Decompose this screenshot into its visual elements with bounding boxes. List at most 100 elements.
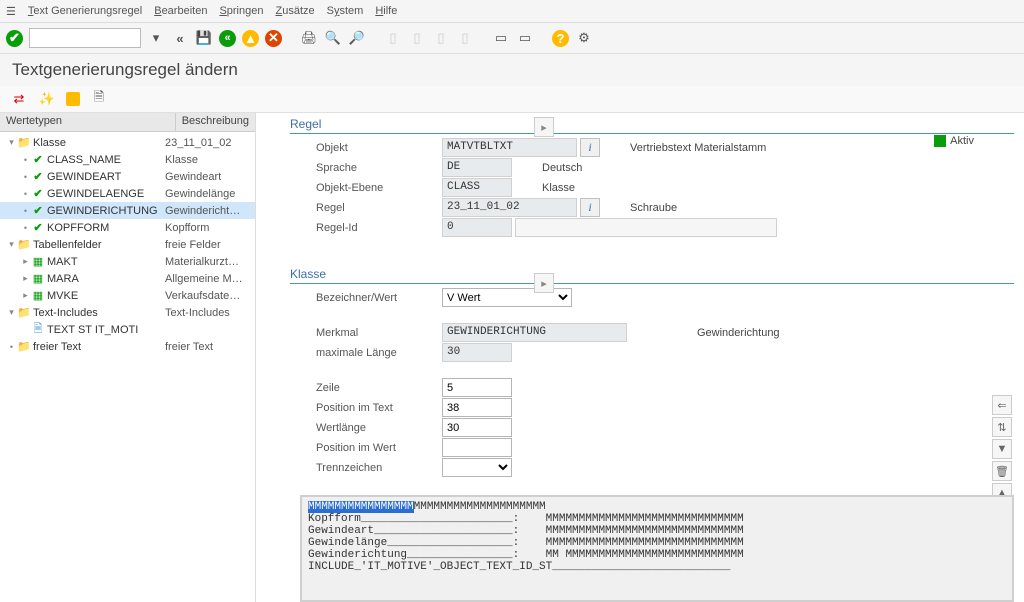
wlen-label: Wertlänge bbox=[316, 422, 442, 434]
cancel-icon[interactable]: ✕ bbox=[265, 30, 282, 47]
window1-icon[interactable]: ▭ bbox=[492, 29, 510, 47]
menu-hilfe[interactable]: Hilfe bbox=[375, 5, 397, 17]
field-label: Regel-Id bbox=[316, 222, 442, 234]
print-icon[interactable]: 🖨 bbox=[300, 29, 318, 47]
menu-zusaetze[interactable]: Zusätze bbox=[275, 5, 314, 17]
tree-row[interactable]: •✔KOPFFORMKopfform bbox=[0, 219, 255, 236]
tree-node-label: KOPFFORM bbox=[45, 222, 165, 234]
tree-toggle-icon[interactable]: ▾ bbox=[6, 239, 17, 250]
f4-help-icon[interactable]: i bbox=[580, 198, 600, 217]
tree-row[interactable]: •✔GEWINDEARTGewindeart bbox=[0, 168, 255, 185]
zeile-input[interactable] bbox=[442, 378, 512, 397]
dropdown-icon[interactable]: ▾ bbox=[147, 29, 165, 47]
wlen-input[interactable] bbox=[442, 418, 512, 437]
help-icon[interactable]: ? bbox=[552, 30, 569, 47]
field-extra[interactable] bbox=[515, 218, 777, 237]
tree-toggle-icon[interactable]: ▾ bbox=[6, 307, 17, 318]
side-sort-icon[interactable]: ⇅ bbox=[992, 417, 1012, 437]
pwert-label: Position im Wert bbox=[316, 442, 442, 454]
toolbar-main: ✔ ▾ « 💾 « ▲ ✕ 🖨 🔍 🔎 ▯ ▯ ▯ ▯ ▭ ▭ ? ⚙ bbox=[0, 23, 1024, 54]
tree-toggle-icon[interactable]: • bbox=[20, 172, 31, 182]
tree-row[interactable]: 🗎TEXT ST IT_MOTI bbox=[0, 321, 255, 338]
save-icon[interactable]: 💾 bbox=[195, 29, 213, 47]
tree-node-desc: Allgemeine M… bbox=[165, 273, 243, 285]
up-icon[interactable]: ▲ bbox=[242, 30, 259, 47]
menu-bearbeiten[interactable]: Bearbeiten bbox=[154, 5, 207, 17]
window2-icon[interactable]: ▭ bbox=[516, 29, 534, 47]
tree-node-icon: 🗎 bbox=[31, 320, 45, 339]
field-value[interactable]: 0 bbox=[442, 218, 512, 237]
pos-input[interactable] bbox=[442, 398, 512, 417]
tree-node-label: Tabellenfelder bbox=[31, 239, 165, 251]
tree-node-icon: 📁 bbox=[17, 340, 31, 353]
tree-row[interactable]: ▸▦MARAAllgemeine M… bbox=[0, 270, 255, 287]
tree-node-label: Text-Includes bbox=[31, 307, 165, 319]
settings-icon[interactable]: ⚙ bbox=[575, 29, 593, 47]
tree-toggle-icon[interactable]: ▸ bbox=[20, 273, 31, 284]
back-double-icon[interactable]: « bbox=[171, 29, 189, 47]
field-value[interactable]: 23_11_01_02 bbox=[442, 198, 577, 217]
tree-toggle-icon[interactable]: • bbox=[6, 342, 17, 352]
tree[interactable]: ▾📁Klasse23_11_01_02•✔CLASS_NAMEKlasse•✔G… bbox=[0, 132, 255, 357]
tree-pane: Wertetypen Beschreibung ▾📁Klasse23_11_01… bbox=[0, 113, 256, 602]
pwert-input[interactable] bbox=[442, 438, 512, 457]
accept-icon[interactable]: ✔ bbox=[6, 30, 23, 47]
tree-node-label: TEXT ST IT_MOTI bbox=[45, 324, 165, 336]
tree-toggle-icon[interactable]: • bbox=[20, 155, 31, 165]
wand-icon[interactable]: ✨ bbox=[38, 90, 56, 108]
menubar: ☰ Text Generierungsregel Bearbeiten Spri… bbox=[0, 0, 1024, 23]
tree-toggle-icon[interactable]: • bbox=[20, 223, 31, 233]
collapse-section1-icon[interactable]: ▸ bbox=[534, 117, 554, 137]
tree-toggle-icon[interactable]: ▸ bbox=[20, 256, 31, 267]
tree-col-types: Wertetypen bbox=[0, 113, 176, 131]
doc-icon[interactable]: 🗎 bbox=[90, 90, 108, 108]
tree-row[interactable]: •✔GEWINDERICHTUNGGewindericht… bbox=[0, 202, 255, 219]
preview-pane: MMMMMMMMMMMMMMMMMMMMMMMMMMMMMMMMMMMM Kop… bbox=[300, 495, 1014, 602]
tree-node-desc: 23_11_01_02 bbox=[165, 137, 231, 149]
field-value[interactable]: CLASS bbox=[442, 178, 512, 197]
command-field[interactable] bbox=[29, 28, 141, 48]
tree-row[interactable]: ▸▦MVKEVerkaufsdate… bbox=[0, 287, 255, 304]
tree-toggle-icon[interactable]: ▸ bbox=[20, 290, 31, 301]
tree-toggle-icon[interactable]: ▾ bbox=[6, 137, 17, 148]
tree-node-label: CLASS_NAME bbox=[45, 154, 165, 166]
side-filter-icon[interactable]: ▼ bbox=[992, 439, 1012, 459]
tree-toggle-icon[interactable]: • bbox=[20, 189, 31, 199]
tree-node-icon: ▦ bbox=[31, 272, 45, 285]
tree-toggle-icon[interactable]: • bbox=[20, 206, 31, 216]
tree-node-label: freier Text bbox=[31, 341, 165, 353]
tree-row[interactable]: ▸▦MAKTMaterialkurzt… bbox=[0, 253, 255, 270]
field-value[interactable]: DE bbox=[442, 158, 512, 177]
f4-help-icon[interactable]: i bbox=[580, 138, 600, 157]
tree-row[interactable]: ▾📁Text-IncludesText-Includes bbox=[0, 304, 255, 321]
back-icon[interactable]: « bbox=[219, 30, 236, 47]
section-klasse: Klasse Bezeichner/Wert V Wert Merkmal GE… bbox=[290, 265, 1014, 477]
preview-highlight: MMMMMMMMMMMMMMMM bbox=[308, 501, 414, 513]
trenn-select[interactable] bbox=[442, 458, 512, 477]
side-back-icon[interactable]: ⇐ bbox=[992, 395, 1012, 415]
app-icon: ☰ bbox=[6, 5, 16, 18]
page-last-icon: ▯ bbox=[456, 29, 474, 47]
side-delete-icon[interactable]: 🗑 bbox=[992, 461, 1012, 481]
menu-textgen[interactable]: Text Generierungsregel bbox=[28, 5, 142, 17]
tree-row[interactable]: ▾📁Klasse23_11_01_02 bbox=[0, 134, 255, 151]
tree-row[interactable]: •✔GEWINDELAENGEGewindelänge bbox=[0, 185, 255, 202]
tree-row[interactable]: •📁freier Textfreier Text bbox=[0, 338, 255, 355]
tree-row[interactable]: •✔CLASS_NAMEKlasse bbox=[0, 151, 255, 168]
note-icon[interactable] bbox=[66, 92, 80, 106]
toggle-icon[interactable]: ⇄ bbox=[10, 90, 28, 108]
tree-header: Wertetypen Beschreibung bbox=[0, 113, 255, 132]
tree-node-label: Klasse bbox=[31, 137, 165, 149]
tree-node-icon: ✔ bbox=[31, 187, 45, 200]
menu-system[interactable]: System bbox=[327, 5, 364, 17]
field-value[interactable]: MATVTBLTXT bbox=[442, 138, 577, 157]
tree-node-icon: ✔ bbox=[31, 153, 45, 166]
tree-row[interactable]: ▾📁Tabellenfelderfreie Felder bbox=[0, 236, 255, 253]
aktiv-indicator: Aktiv bbox=[934, 135, 974, 147]
bez-label: Bezeichner/Wert bbox=[316, 292, 442, 304]
merkmal-value[interactable]: GEWINDERICHTUNG bbox=[442, 323, 627, 342]
pos-label: Position im Text bbox=[316, 402, 442, 414]
collapse-section2-icon[interactable]: ▸ bbox=[534, 273, 554, 293]
menu-springen[interactable]: Springen bbox=[219, 5, 263, 17]
tree-node-icon: ✔ bbox=[31, 204, 45, 217]
